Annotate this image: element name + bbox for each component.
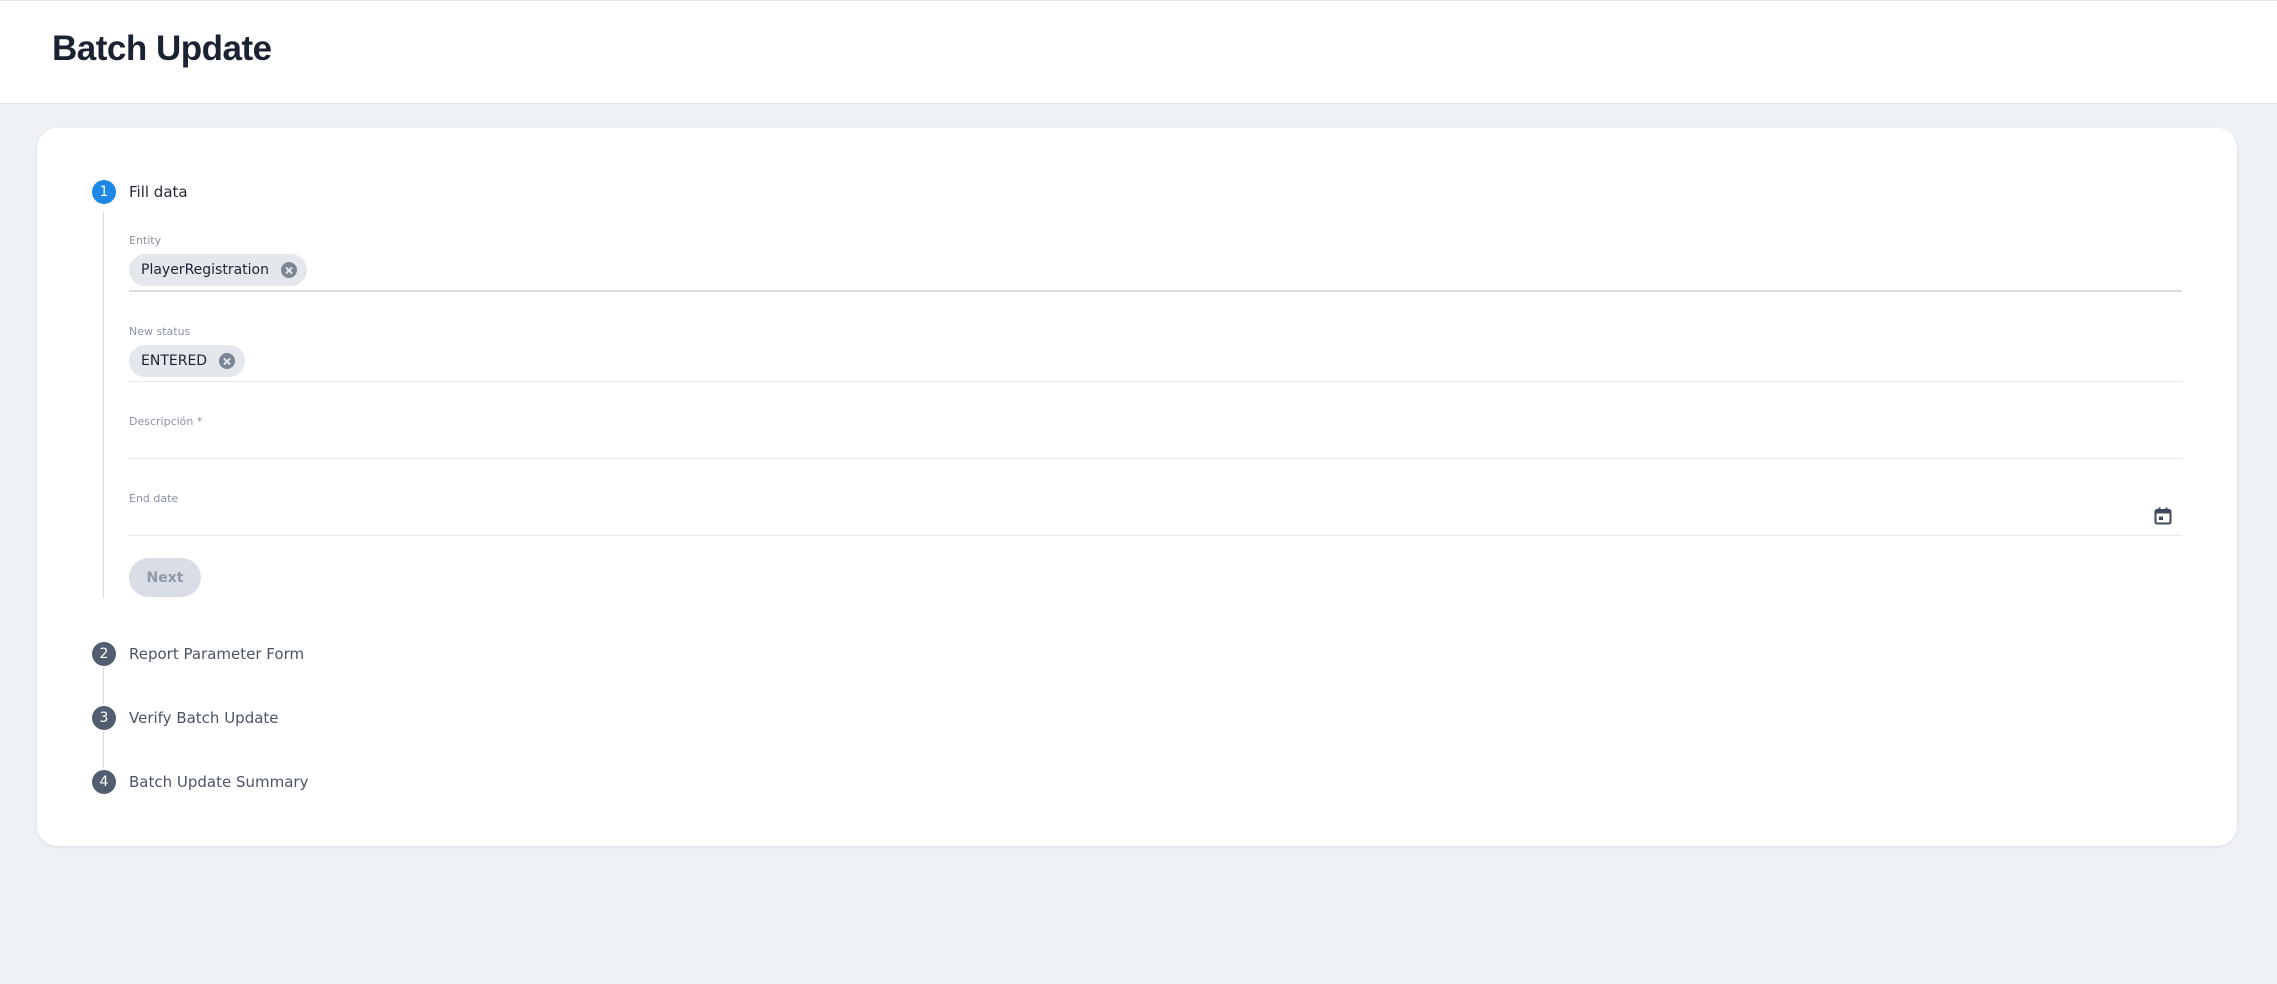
- page-header: Batch Update: [0, 0, 2277, 104]
- entity-label: Entity: [129, 234, 162, 247]
- calendar-icon[interactable]: [2153, 506, 2173, 526]
- step-2-label: Report Parameter Form: [129, 645, 305, 663]
- step-2[interactable]: 2 Report Parameter Form: [37, 642, 637, 666]
- description-label: Descripción *: [129, 415, 203, 428]
- new-status-clear-icon[interactable]: [219, 353, 236, 369]
- end-date-field[interactable]: End date: [129, 492, 2182, 536]
- entity-clear-icon[interactable]: [281, 262, 297, 278]
- step-4-number: 4: [92, 770, 116, 794]
- page-title: Batch Update: [52, 29, 272, 68]
- entity-chip-text: PlayerRegistration: [141, 262, 269, 278]
- step-2-number: 2: [92, 642, 116, 666]
- step-3-label: Verify Batch Update: [129, 709, 279, 727]
- step-1[interactable]: 1 Fill data: [37, 180, 637, 204]
- step-4-label: Batch Update Summary: [129, 773, 309, 791]
- step-4[interactable]: 4 Batch Update Summary: [37, 770, 637, 794]
- next-button[interactable]: Next: [129, 558, 201, 597]
- step-1-number: 1: [92, 180, 116, 204]
- step-connector: [103, 212, 104, 598]
- step-connector: [103, 668, 104, 704]
- step-1-label: Fill data: [129, 183, 188, 201]
- step-connector: [103, 732, 104, 768]
- entity-underline: [129, 290, 2182, 292]
- description-field[interactable]: Descripción *: [129, 415, 2182, 459]
- new-status-chip: ENTERED: [129, 345, 246, 377]
- end-date-label: End date: [129, 492, 179, 505]
- batch-update-card: 1 Fill data Entity PlayerRegistration Ne…: [37, 128, 2237, 846]
- step-3[interactable]: 3 Verify Batch Update: [37, 706, 637, 730]
- step-3-number: 3: [92, 706, 116, 730]
- new-status-underline: [129, 381, 2182, 382]
- description-underline: [129, 458, 2182, 459]
- new-status-label: New status: [129, 325, 191, 338]
- end-date-underline: [129, 535, 2182, 536]
- entity-chip: PlayerRegistration: [129, 254, 307, 286]
- new-status-field[interactable]: New status ENTERED: [129, 325, 2182, 383]
- entity-field[interactable]: Entity PlayerRegistration: [129, 234, 2182, 292]
- new-status-chip-text: ENTERED: [141, 353, 208, 369]
